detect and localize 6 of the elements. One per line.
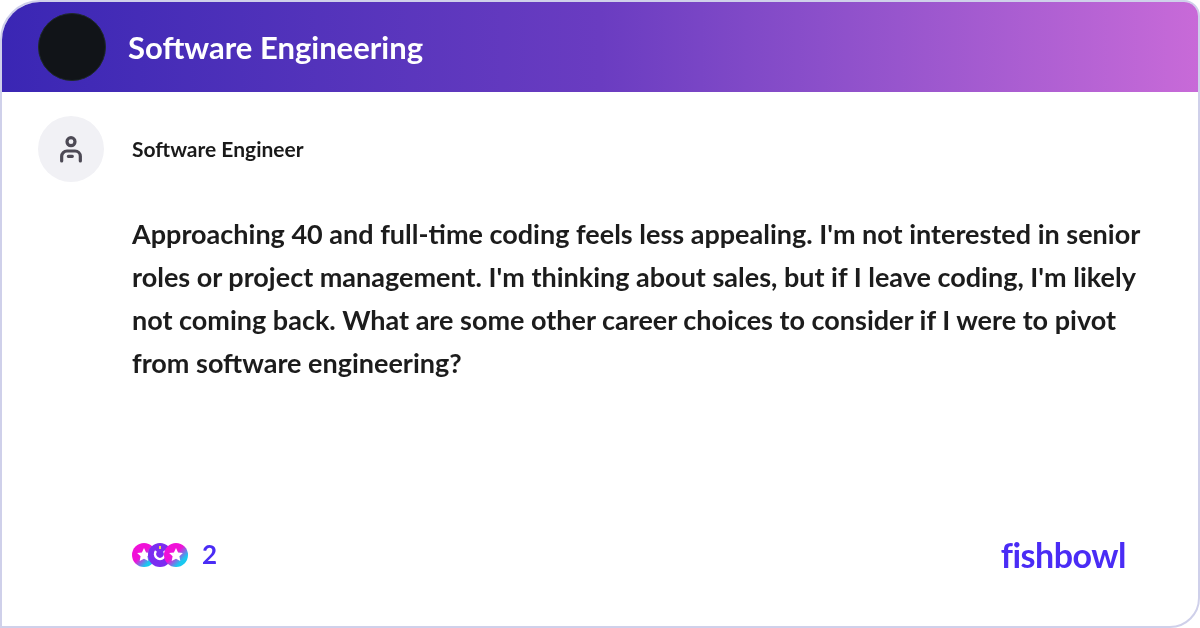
post-text: Approaching 40 and full-time coding feels less appealing. I'm not interested in senior roles or project management. I'm thinking about sales, but if I leave coding, I'm likely not coming back. What are some other career choices to consider if I were to pivot from software engineering? bbox=[132, 216, 1141, 381]
star-reaction-icon bbox=[164, 542, 188, 567]
author-name: Software Engineer bbox=[132, 135, 304, 164]
brand-logo: fishbowl bbox=[1000, 533, 1126, 577]
community-title: Software Engineering bbox=[128, 26, 423, 68]
reaction-count: 2 bbox=[202, 537, 218, 572]
